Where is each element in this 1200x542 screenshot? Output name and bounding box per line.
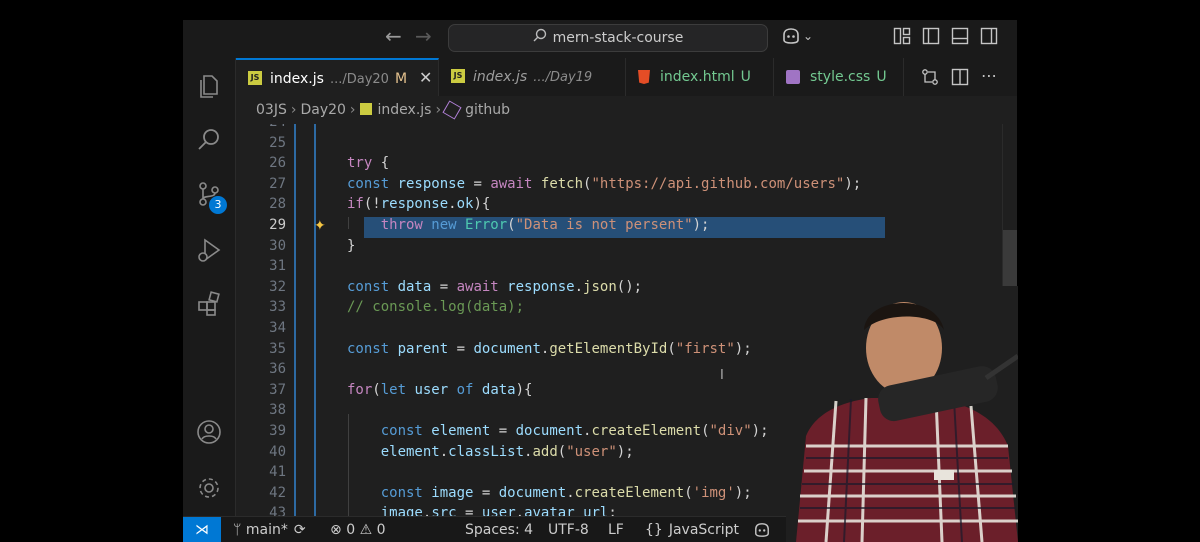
line-number: 39	[269, 423, 286, 439]
tab-style-css[interactable]: style.css U	[774, 58, 904, 96]
css-file-icon	[786, 70, 800, 84]
command-center-search[interactable]: mern-stack-course	[448, 24, 768, 52]
back-button[interactable]: ←	[385, 24, 402, 48]
accounts-icon[interactable]	[195, 418, 223, 446]
line-number: 40	[269, 443, 286, 460]
line-number: 32	[269, 278, 286, 295]
error-icon: ⊗	[330, 522, 342, 538]
indentation-status[interactable]: Spaces: 4	[465, 517, 533, 542]
breadcrumb-item[interactable]: Day20	[300, 102, 345, 118]
close-icon[interactable]: ✕	[419, 68, 432, 87]
code-line: const image = document.createElement('im…	[380, 484, 752, 501]
javascript-file-icon	[359, 103, 372, 115]
line-number: 30	[269, 237, 286, 254]
code-line: const element = document.createElement("…	[380, 423, 769, 439]
sync-icon: ⟳	[293, 522, 306, 538]
code-line: if(!response.ok){	[347, 196, 491, 213]
eol-status[interactable]: LF	[608, 517, 624, 542]
code-line: const data = await response.json();	[347, 278, 643, 295]
tab-index-js-day19[interactable]: JS index.js .../Day19	[439, 58, 626, 96]
line-number: 24	[236, 124, 286, 130]
problems-status[interactable]: ⊗ 0 ⚠ 0	[330, 517, 386, 542]
title-bar: ← → mern-stack-course ⌄	[183, 0, 1017, 59]
editor-tabs: JS index.js .../Day20 M ✕ JS index.js .../Day1…	[236, 58, 1017, 96]
line-number: 41	[269, 464, 286, 481]
code-line: const response = await fetch("https://ap…	[347, 175, 862, 192]
split-editor-icon[interactable]	[951, 68, 969, 86]
code-line: throw new Error("Data is not persent");	[380, 217, 710, 233]
branch-status[interactable]: ᛘ main* ⟳	[233, 517, 306, 542]
line-number: 34	[269, 320, 286, 336]
chevron-down-icon[interactable]: ⌄	[803, 29, 821, 47]
code-line: for(let user of data){	[347, 381, 533, 398]
warning-icon: ⚠	[359, 522, 373, 538]
chevron-right-icon: ›	[435, 102, 442, 118]
line-number: 28	[269, 196, 286, 213]
code-line: const parent = document.getElementById("…	[347, 340, 752, 357]
line-number: 29	[269, 217, 286, 233]
branch-icon: ᛘ	[233, 522, 246, 538]
tab-index-html[interactable]: index.html U	[626, 58, 774, 96]
javascript-file-icon: JS	[248, 71, 262, 85]
scm-badge: 3	[209, 196, 227, 214]
explorer-icon[interactable]	[195, 72, 223, 100]
chevron-right-icon: ›	[349, 102, 356, 118]
encoding-status[interactable]: UTF-8	[548, 517, 589, 542]
code-line: element.classList.add("user");	[380, 443, 634, 460]
search-text: mern-stack-course	[552, 30, 684, 46]
javascript-file-icon: JS	[451, 69, 465, 83]
chevron-right-icon: ›	[290, 102, 297, 118]
copilot-status-icon[interactable]	[753, 517, 771, 542]
line-number: 25	[269, 134, 286, 151]
braces-icon: {}	[645, 522, 663, 538]
line-number: 31	[269, 258, 286, 275]
open-changes-icon[interactable]	[921, 68, 939, 86]
code-line: // console.log(data);	[347, 299, 525, 316]
extensions-icon[interactable]	[195, 290, 223, 318]
more-actions-icon[interactable]: ⋯	[981, 66, 999, 85]
breadcrumb-item[interactable]: 03JS	[256, 102, 287, 118]
line-number: 38	[269, 402, 286, 419]
search-icon[interactable]	[195, 126, 223, 154]
line-number: 33	[269, 299, 286, 316]
breadcrumb-item[interactable]: index.js	[378, 102, 432, 118]
run-debug-icon[interactable]	[195, 236, 223, 264]
remote-icon[interactable]: ⋊	[183, 517, 221, 542]
forward-button[interactable]: →	[415, 24, 432, 48]
tab-index-js-day20[interactable]: JS index.js .../Day20 M ✕	[236, 58, 439, 96]
customize-layout-icon[interactable]	[893, 27, 911, 45]
code-line: image.src = user.avatar_url;	[380, 505, 617, 516]
text-cursor: I	[720, 368, 724, 383]
copilot-icon[interactable]	[781, 27, 799, 45]
toggle-panel-icon[interactable]	[951, 27, 969, 45]
magnifier-icon	[533, 25, 547, 51]
code-line: try {	[347, 155, 390, 172]
breadcrumb-item[interactable]: github	[465, 102, 510, 118]
line-number: 27	[269, 175, 286, 192]
toggle-secondary-sidebar-icon[interactable]	[980, 27, 998, 45]
manage-gear-icon[interactable]	[195, 474, 223, 502]
symbol-icon	[442, 100, 462, 120]
webcam-overlay	[786, 286, 1018, 542]
line-number: 26	[269, 155, 286, 172]
line-number: 36	[269, 361, 286, 378]
lightbulb-icon[interactable]: ✦	[314, 218, 326, 234]
line-number: 43	[269, 505, 286, 516]
breadcrumb: 03JS › Day20 › index.js › github	[236, 96, 1017, 124]
toggle-primary-sidebar-icon[interactable]	[922, 27, 940, 45]
activity-bar: 3	[183, 58, 236, 516]
line-number: 42	[269, 484, 286, 501]
line-number: 35	[269, 340, 286, 357]
html-file-icon	[638, 70, 650, 84]
code-line: }	[347, 237, 356, 254]
line-number: 37	[269, 381, 286, 398]
language-status[interactable]: {} JavaScript	[645, 517, 739, 542]
